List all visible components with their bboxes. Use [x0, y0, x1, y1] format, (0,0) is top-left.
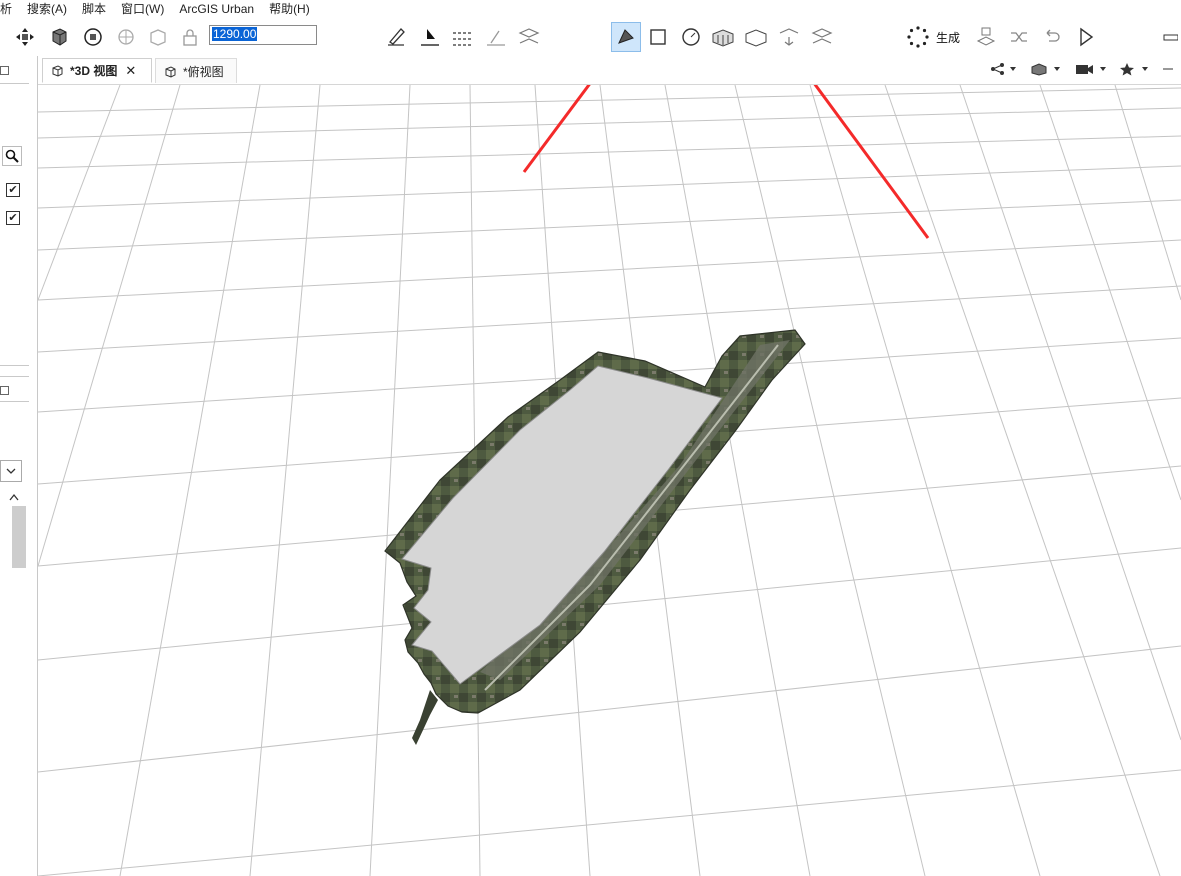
scene-canvas[interactable]: [38, 85, 1181, 876]
shuffle-icon[interactable]: [1006, 23, 1032, 51]
minimize-icon[interactable]: [1162, 62, 1174, 79]
grid-line: [884, 85, 1161, 876]
tab-3d-view[interactable]: *3D 视图 ✕: [42, 58, 152, 83]
grid-line: [38, 107, 1181, 139]
layer-checkbox-1[interactable]: ✔: [6, 183, 20, 197]
lock-icon[interactable]: [177, 23, 203, 51]
scroll-up-icon[interactable]: [9, 490, 19, 504]
orbit-icon[interactable]: [80, 23, 106, 51]
zoom-level-input[interactable]: 1290.00: [209, 25, 317, 45]
grid-line: [809, 85, 1041, 876]
menu-help[interactable]: 帮助(H): [261, 0, 317, 18]
align-terrain-icon[interactable]: [776, 23, 802, 51]
grid-line: [38, 769, 1181, 876]
divider: [0, 365, 29, 366]
grid-line: [249, 85, 321, 876]
divider: [0, 401, 29, 402]
panel-restore-box[interactable]: [0, 386, 9, 395]
select-arrow-icon[interactable]: [417, 23, 443, 51]
generate-label[interactable]: 生成: [936, 29, 960, 46]
menu-search[interactable]: 搜索(A): [19, 0, 74, 18]
navigate-icon[interactable]: [12, 23, 38, 51]
block-icon[interactable]: [743, 23, 769, 51]
menu-script[interactable]: 脚本: [74, 0, 113, 18]
rectangle-draw-icon[interactable]: [645, 23, 671, 51]
align-icon[interactable]: [450, 23, 476, 51]
globe-icon[interactable]: [113, 23, 139, 51]
left-panel: ✔ ✔: [0, 56, 29, 876]
play-icon[interactable]: [1073, 23, 1099, 51]
chevron-down-icon[interactable]: [0, 460, 22, 482]
frame-icon[interactable]: [46, 23, 72, 51]
view-controls: [990, 62, 1174, 79]
divider: [0, 83, 29, 84]
grid-line: [1114, 85, 1181, 301]
toolbar: 1290.00 生成: [0, 19, 1181, 55]
annotation-arrow: [813, 85, 930, 239]
menu-arcgis-urban[interactable]: ArcGIS Urban: [171, 0, 261, 18]
street-icon[interactable]: [710, 23, 736, 51]
project-icon[interactable]: [516, 23, 542, 51]
rule-assign-icon[interactable]: [973, 23, 999, 51]
cube-icon: [52, 65, 63, 77]
menu-bar: 析 搜索(A) 脚本 窗口(W) ArcGIS Urban 帮助(H): [0, 0, 1181, 18]
tab-top-view[interactable]: *俯视图: [155, 58, 237, 83]
layer-checkbox-2[interactable]: ✔: [6, 211, 20, 225]
grid-line: [38, 285, 1181, 353]
divider: [0, 376, 29, 377]
terrain-edit-icon[interactable]: [483, 23, 509, 51]
circle-draw-icon[interactable]: [678, 23, 704, 51]
undo-arrow-icon[interactable]: [1039, 23, 1065, 51]
camera-icon[interactable]: [1074, 62, 1106, 79]
3d-viewport[interactable]: [38, 85, 1181, 876]
share-icon[interactable]: [990, 62, 1016, 79]
pencil-icon[interactable]: [384, 23, 410, 51]
ruler-icon[interactable]: [1160, 23, 1180, 51]
menu-analysis[interactable]: 析: [0, 0, 19, 18]
tab-label: *3D 视图: [70, 64, 118, 78]
grid-line: [38, 165, 1181, 209]
bookmark-star-icon[interactable]: [1120, 62, 1148, 79]
grid-line: [38, 85, 121, 301]
scrollbar-thumb[interactable]: [12, 506, 26, 568]
grid-line: [38, 239, 1181, 301]
cube-icon: [165, 65, 176, 78]
grid-line: [38, 645, 1181, 773]
search-icon[interactable]: [2, 146, 22, 166]
flatten-terrain-icon[interactable]: [809, 23, 835, 51]
layers-icon[interactable]: [1030, 62, 1060, 79]
tab-label: *俯视图: [183, 64, 224, 79]
terrain-tail: [412, 690, 438, 745]
tab-bar: *3D 视图 ✕ *俯视图: [38, 56, 1181, 85]
generate-icon[interactable]: [905, 23, 931, 51]
grid-line: [38, 199, 1181, 251]
panel-restore-box[interactable]: [0, 66, 9, 75]
grid-line: [734, 85, 926, 876]
polygon-draw-icon[interactable]: [611, 22, 641, 52]
grid-line: [38, 87, 1181, 113]
grid-line: [38, 85, 181, 567]
grid-line: [119, 85, 261, 876]
menu-window[interactable]: 窗口(W): [113, 0, 171, 18]
annotation-arrow: [522, 85, 591, 173]
close-icon[interactable]: ✕: [125, 63, 136, 79]
map-icon[interactable]: [145, 23, 171, 51]
grid-line: [369, 85, 411, 876]
